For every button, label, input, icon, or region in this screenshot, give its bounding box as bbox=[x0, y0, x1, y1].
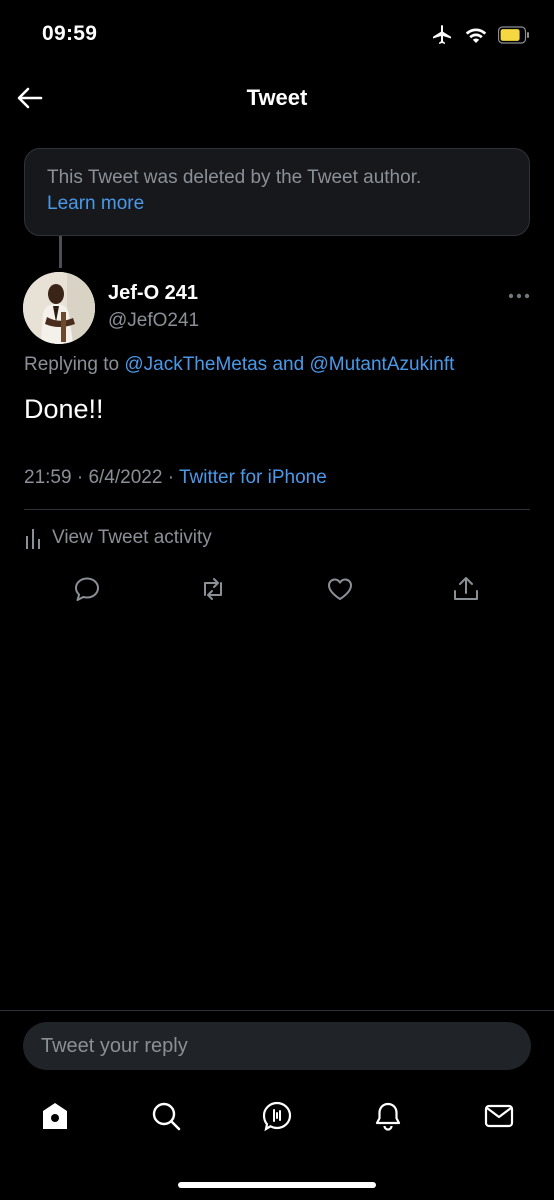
wifi-icon bbox=[464, 25, 488, 45]
mention-link[interactable]: @JackTheMetas bbox=[124, 354, 267, 375]
tweet-date: 6/4/2022 bbox=[88, 467, 163, 488]
retweet-icon bbox=[204, 578, 222, 600]
divider bbox=[24, 509, 530, 510]
nav-home[interactable] bbox=[39, 1100, 71, 1132]
reply-icon bbox=[75, 577, 99, 601]
view-activity-label: View Tweet activity bbox=[52, 527, 212, 548]
nav-search[interactable] bbox=[150, 1100, 182, 1132]
tweet-meta: 21:59 · 6/4/2022 · Twitter for iPhone bbox=[24, 467, 327, 489]
mention-link[interactable]: @MutantAzukinft bbox=[309, 354, 454, 375]
messages-icon bbox=[484, 1104, 514, 1128]
tweet-time: 21:59 bbox=[24, 467, 72, 488]
airplane-icon bbox=[430, 23, 454, 47]
page-title: Tweet bbox=[246, 85, 308, 110]
avatar-photo bbox=[23, 272, 95, 344]
home-icon bbox=[43, 1103, 67, 1129]
like-icon bbox=[328, 578, 352, 600]
nav-messages[interactable] bbox=[483, 1100, 515, 1132]
meta-separator: · bbox=[76, 467, 84, 488]
notifications-icon bbox=[375, 1102, 401, 1131]
like-button[interactable] bbox=[325, 574, 355, 604]
more-icon bbox=[508, 293, 530, 299]
reply-input[interactable] bbox=[23, 1022, 531, 1070]
avatar[interactable] bbox=[23, 272, 95, 344]
nav-spaces[interactable] bbox=[261, 1100, 293, 1132]
share-icon bbox=[454, 577, 478, 600]
search-icon bbox=[152, 1102, 181, 1131]
deleted-notice-text: This Tweet was deleted by the Tweet auth… bbox=[47, 167, 422, 188]
nav-notifications[interactable] bbox=[372, 1100, 404, 1132]
battery-icon bbox=[498, 26, 530, 44]
tweet-text: Done!! bbox=[24, 394, 104, 424]
replying-prefix: Replying to bbox=[24, 354, 120, 375]
view-tweet-activity[interactable]: View Tweet activity bbox=[24, 524, 212, 552]
author-display-name[interactable]: Jef-O 241 bbox=[108, 282, 198, 305]
deleted-tweet-notice: This Tweet was deleted by the Tweet auth… bbox=[24, 148, 530, 236]
status-time: 09:59 bbox=[42, 22, 98, 45]
tweet-source-link[interactable]: Twitter for iPhone bbox=[179, 467, 327, 488]
more-options-button[interactable] bbox=[508, 292, 530, 300]
spaces-icon bbox=[262, 1101, 292, 1132]
learn-more-link[interactable]: Learn more bbox=[47, 191, 507, 217]
status-icons bbox=[430, 22, 530, 48]
activity-chart-icon bbox=[26, 529, 40, 549]
share-button[interactable] bbox=[451, 574, 481, 604]
reply-button[interactable] bbox=[72, 574, 102, 604]
thread-line bbox=[59, 236, 62, 268]
replying-to: Replying to @JackTheMetas and @MutantAzu… bbox=[24, 354, 454, 376]
meta-separator: · bbox=[167, 467, 175, 488]
author-handle[interactable]: @JefO241 bbox=[108, 310, 199, 332]
retweet-button[interactable] bbox=[198, 574, 228, 604]
reply-bar-divider bbox=[0, 1010, 554, 1011]
home-indicator bbox=[178, 1182, 376, 1188]
replying-conjunction[interactable]: and bbox=[272, 354, 304, 375]
